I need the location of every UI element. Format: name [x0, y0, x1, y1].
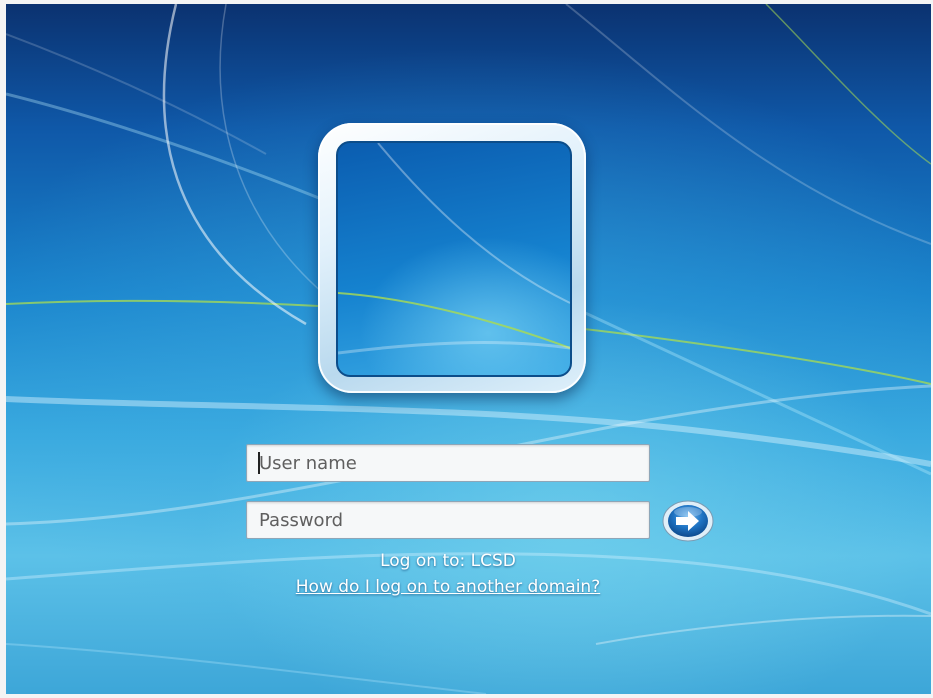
- logon-domain-label: Log on to: LCSD: [380, 551, 516, 571]
- submit-button[interactable]: [661, 499, 715, 543]
- user-picture-icon: [336, 141, 572, 377]
- another-domain-link[interactable]: How do I log on to another domain?: [246, 577, 650, 597]
- username-input[interactable]: [246, 444, 650, 482]
- text-caret: [258, 452, 260, 474]
- user-tile-frame: [318, 123, 586, 393]
- arrow-right-icon: [662, 500, 714, 542]
- password-input[interactable]: [246, 501, 650, 539]
